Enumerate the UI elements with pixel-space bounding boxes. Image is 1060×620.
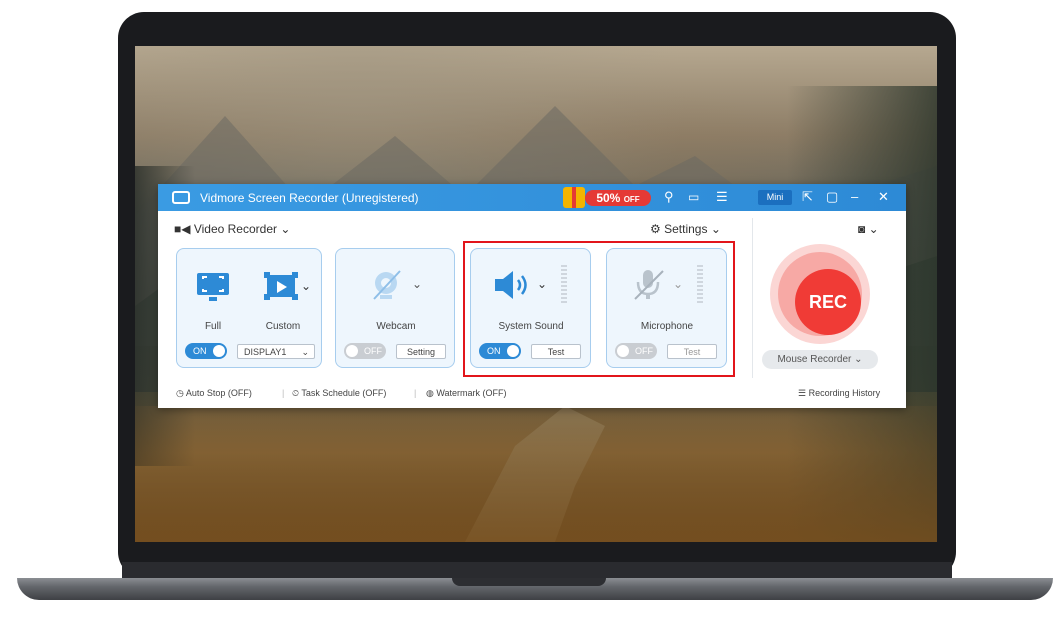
list-icon: ☰ xyxy=(798,388,807,398)
video-recorder-menu[interactable]: ■◀ Video Recorder ⌄ xyxy=(174,222,290,236)
mouse-recorder-button[interactable]: Mouse Recorder ⌄ xyxy=(762,350,878,369)
display-card: ⌄ Full Custom ON DISPLAY1 ⌄ xyxy=(176,248,322,368)
chevron-down-icon: ⌄ xyxy=(854,354,863,365)
key-icon[interactable]: ⚲ xyxy=(664,189,674,205)
mouse-recorder-label: Mouse Recorder xyxy=(777,354,852,365)
custom-chevron-icon[interactable]: ⌄ xyxy=(301,279,311,293)
webcam-toggle[interactable]: OFF xyxy=(344,343,386,359)
rec-button-halo: REC xyxy=(770,244,870,344)
gift-icon xyxy=(563,187,585,208)
recorder-window: Vidmore Screen Recorder (Unregistered) 5… xyxy=(158,184,906,408)
screenshot-menu[interactable]: ◙ ⌄ xyxy=(858,222,879,236)
chevron-down-icon: ⌄ xyxy=(280,222,291,236)
footer-separator: | xyxy=(414,388,417,398)
footer-separator: | xyxy=(282,388,285,398)
title-bar: Vidmore Screen Recorder (Unregistered) 5… xyxy=(158,184,906,211)
task-schedule-label: Task Schedule (OFF) xyxy=(301,388,387,398)
custom-area-icon[interactable] xyxy=(263,271,299,303)
minimize-icon[interactable]: – xyxy=(851,189,858,205)
chevron-down-icon: ⌄ xyxy=(868,222,879,236)
display-select[interactable]: DISPLAY1 ⌄ xyxy=(237,344,315,359)
task-schedule-link[interactable]: ⏲ Task Schedule (OFF) xyxy=(292,388,386,399)
menu-icon[interactable]: ☰ xyxy=(716,189,728,205)
custom-label: Custom xyxy=(265,321,301,332)
gear-icon: ⚙ xyxy=(650,222,661,236)
chat-icon[interactable]: ▭ xyxy=(688,189,699,205)
promo-badge[interactable]: 50% OFF xyxy=(563,187,653,208)
close-icon[interactable]: ✕ xyxy=(878,189,889,205)
auto-stop-link[interactable]: ◷ Auto Stop (OFF) xyxy=(176,388,252,399)
mini-button[interactable]: Mini xyxy=(758,190,792,205)
chevron-down-icon: ⌄ xyxy=(710,222,721,236)
app-camera-icon xyxy=(172,191,190,204)
laptop-notch xyxy=(452,578,606,586)
webcam-icon[interactable] xyxy=(370,269,404,303)
recording-history-link[interactable]: ☰ Recording History xyxy=(798,388,880,399)
full-label: Full xyxy=(204,321,222,332)
camera-icon: ◙ xyxy=(858,222,866,236)
mode-label: Video Recorder xyxy=(193,222,277,236)
watermark-label: Watermark (OFF) xyxy=(436,388,507,398)
settings-menu[interactable]: ⚙ Settings ⌄ xyxy=(650,222,721,236)
timer-icon: ⏲ xyxy=(292,388,300,398)
watermark-icon: ◍ xyxy=(426,388,434,398)
audio-highlight-box xyxy=(463,241,735,377)
panel-divider xyxy=(752,218,753,378)
clock-icon: ◷ xyxy=(176,388,184,398)
restore-icon[interactable]: ▢ xyxy=(826,189,838,205)
video-camera-icon: ■◀ xyxy=(174,222,191,236)
webcam-setting-button[interactable]: Setting xyxy=(396,344,446,359)
recording-history-label: Recording History xyxy=(808,388,881,398)
select-chevron-icon: ⌄ xyxy=(301,347,309,357)
window-title: Vidmore Screen Recorder (Unregistered) xyxy=(200,191,419,205)
watermark-link[interactable]: ◍ Watermark (OFF) xyxy=(426,388,507,399)
webcam-card: ⌄ Webcam OFF Setting xyxy=(335,248,455,368)
promo-pill[interactable]: 50% OFF xyxy=(585,190,651,206)
webcam-label: Webcam xyxy=(376,321,416,332)
webcam-chevron-icon[interactable]: ⌄ xyxy=(412,277,422,291)
auto-stop-label: Auto Stop (OFF) xyxy=(185,388,252,398)
rec-button[interactable]: REC xyxy=(795,269,861,335)
settings-label: Settings xyxy=(664,222,708,236)
pin-icon[interactable]: ⇱ xyxy=(802,189,813,205)
display-toggle[interactable]: ON xyxy=(185,343,227,359)
rec-button-ring: REC xyxy=(778,252,862,336)
full-screen-icon[interactable] xyxy=(195,271,231,303)
